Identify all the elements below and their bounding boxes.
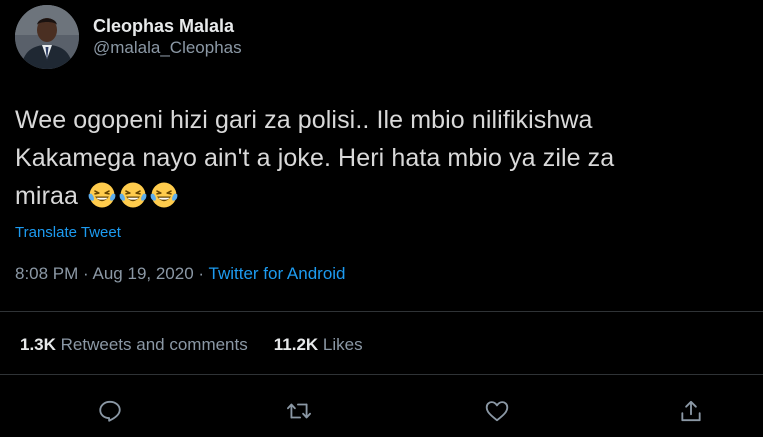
tweet-text-line: Wee ogopeni hizi gari za polisi.. Ile mb…	[15, 106, 593, 134]
likes-label: Likes	[322, 335, 363, 354]
divider	[0, 311, 763, 312]
meta-separator: ·	[198, 264, 205, 283]
tweet-text-fragment: miraa	[15, 182, 79, 210]
tweet-source-link[interactable]: Twitter for Android	[209, 264, 346, 283]
retweets-count: 1.3K	[20, 335, 56, 354]
meta-separator: ·	[83, 264, 89, 283]
avatar[interactable]	[15, 5, 79, 69]
tweet-text-line: miraa	[15, 177, 755, 215]
divider	[0, 374, 763, 375]
likes-stat[interactable]: 11.2K Likes	[274, 335, 363, 354]
like-button[interactable]	[482, 396, 512, 426]
tweet-time[interactable]: 8:08 PM	[15, 264, 78, 283]
tweet-stats: 1.3K Retweets and comments 11.2K Likes	[20, 335, 363, 355]
tweet-date[interactable]: Aug 19, 2020	[93, 264, 194, 283]
laughing-tears-emoji	[119, 182, 147, 208]
tweet-actions	[0, 396, 763, 426]
author-names: Cleophas Malala @malala_Cleophas	[93, 15, 242, 59]
avatar-image	[15, 5, 79, 69]
username-handle[interactable]: @malala_Cleophas	[93, 37, 242, 59]
retweet-icon	[287, 403, 311, 419]
like-icon	[485, 401, 509, 422]
retweets-stat[interactable]: 1.3K Retweets and comments	[20, 335, 248, 354]
laughing-tears-emoji	[88, 182, 116, 208]
display-name[interactable]: Cleophas Malala	[93, 15, 242, 37]
reply-icon	[99, 400, 121, 422]
likes-count: 11.2K	[273, 335, 319, 354]
retweet-button[interactable]	[284, 396, 314, 426]
tweet-metadata: 8:08 PM · Aug 19, 2020 · Twitter for And…	[15, 264, 346, 284]
reply-button[interactable]	[95, 396, 125, 426]
share-icon	[681, 400, 701, 422]
translate-tweet-link[interactable]: Translate Tweet	[15, 224, 121, 241]
tweet-header: Cleophas Malala @malala_Cleophas	[15, 5, 242, 69]
share-button[interactable]	[676, 396, 706, 426]
tweet-text-line: Kakamega nayo ain't a joke. Heri hata mb…	[15, 144, 615, 172]
laughing-tears-emoji	[150, 182, 178, 208]
retweets-label: Retweets and comments	[60, 335, 248, 354]
tweet-text: Wee ogopeni hizi gari za polisi.. Ile mb…	[15, 101, 755, 215]
